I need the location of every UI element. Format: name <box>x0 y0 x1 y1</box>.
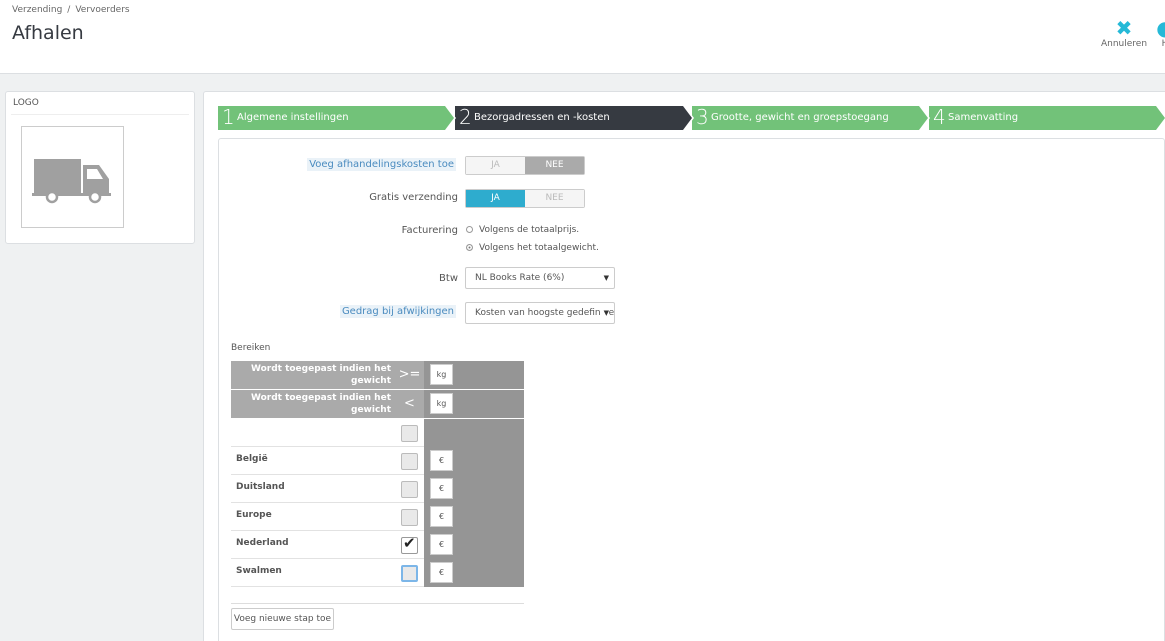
carrier-logo <box>21 126 124 228</box>
range-to-operator: < <box>395 390 424 418</box>
divider <box>11 114 189 115</box>
zone-checkbox[interactable]: ✔ <box>401 534 418 554</box>
zone-row: België € <box>231 447 524 475</box>
tax-select-value: NL Books Rate (6%) <box>475 273 565 283</box>
handling-switch[interactable]: JA NEE <box>465 156 585 175</box>
breadcrumb: Verzending / Vervoerders <box>12 5 130 15</box>
step-label: Samenvatting <box>948 112 1019 123</box>
out-of-range-select[interactable]: Kosten van hoogste gedefinieerd bereik t… <box>465 302 615 324</box>
range-row-from: Wordt toegepast indien het gewicht >= kg <box>231 361 524 389</box>
step-number: 4 <box>933 105 946 129</box>
breadcrumb-item-vervoerders[interactable]: Vervoerders <box>75 5 129 15</box>
zone-name: Duitsland <box>236 482 285 492</box>
step-label: Bezorgadressen en -kosten <box>474 112 610 123</box>
handling-label: Voeg afhandelingskosten toe <box>307 158 456 171</box>
zone-row: Europe € <box>231 503 524 531</box>
zone-price-input[interactable]: € <box>430 506 453 527</box>
zone-row: Swalmen € <box>231 559 524 587</box>
zone-price-input[interactable]: € <box>430 478 453 499</box>
caret-down-icon: ▼ <box>600 303 609 323</box>
free-shipping-label: Gratis verzending <box>369 192 458 203</box>
switch-no[interactable]: NEE <box>525 190 584 207</box>
step-1[interactable]: 1 Algemene instellingen <box>218 105 456 130</box>
tax-select[interactable]: NL Books Rate (6%) ▼ <box>465 267 615 289</box>
free-shipping-switch[interactable]: JA NEE <box>465 189 585 208</box>
billing-label: Facturering <box>401 225 458 236</box>
breadcrumb-separator: / <box>67 5 71 15</box>
checkmark-icon: ✔ <box>403 534 416 552</box>
select-all-checkbox[interactable] <box>401 425 418 442</box>
zone-price-input[interactable]: € <box>430 450 453 471</box>
zone-price-input[interactable]: € <box>430 562 453 583</box>
close-icon: ✖ <box>1115 16 1133 40</box>
divider <box>231 603 524 604</box>
switch-yes[interactable]: JA <box>466 190 525 207</box>
cancel-button[interactable]: ✖ Annuleren <box>1100 17 1148 49</box>
zone-checkbox[interactable] <box>401 565 418 582</box>
zone-name: Swalmen <box>236 566 282 576</box>
billing-option-weight[interactable]: Volgens het totaalgewicht. <box>466 243 599 253</box>
billing-option-price[interactable]: Volgens de totaalprijs. <box>466 225 579 235</box>
zone-price-input[interactable]: € <box>430 534 453 555</box>
range-from-operator: >= <box>395 361 424 389</box>
range-from-input[interactable]: kg <box>430 364 453 385</box>
step-arrow <box>1156 106 1165 130</box>
step-arrow <box>445 106 454 130</box>
zone-checkbox[interactable] <box>401 509 418 526</box>
range-from-label: Wordt toegepast indien het gewicht <box>231 361 395 389</box>
page-title: Afhalen <box>12 22 84 44</box>
zone-checkbox[interactable] <box>401 481 418 498</box>
switch-no[interactable]: NEE <box>525 157 584 174</box>
page-header: Verzending / Vervoerders Afhalen ✖ Annuler… <box>0 0 1165 74</box>
step-2[interactable]: 2 Bezorgadressen en -kosten <box>455 105 694 130</box>
step-number: 1 <box>222 105 235 129</box>
radio-icon <box>466 226 473 233</box>
out-of-range-label: Gedrag bij afwijkingen <box>339 305 456 318</box>
select-all-row <box>231 419 524 447</box>
cancel-button-label: Annuleren <box>1100 39 1148 49</box>
radio-selected-icon <box>466 244 473 251</box>
out-of-range-select-value: Kosten van hoogste gedefinieerd bereik t… <box>475 308 615 318</box>
ranges-title: Bereiken <box>231 343 271 353</box>
radio-label: Volgens het totaalgewicht. <box>479 243 599 253</box>
help-button-label: H <box>1162 39 1165 49</box>
step-label: Algemene instellingen <box>237 112 349 123</box>
zone-row: Duitsland € <box>231 475 524 503</box>
zone-name: Nederland <box>236 538 289 548</box>
help-icon: ● <box>1156 16 1165 40</box>
step-number: 2 <box>459 105 472 129</box>
step-arrow <box>919 106 928 130</box>
step-arrow <box>683 106 692 130</box>
zone-name: België <box>236 454 268 464</box>
logo-panel: LOGO <box>5 91 195 244</box>
step-4[interactable]: 4 Samenvatting <box>929 105 1165 130</box>
tax-label: Btw <box>439 273 458 284</box>
step-number: 3 <box>696 105 709 129</box>
add-range-button[interactable]: Voeg nieuwe stap toe <box>231 608 334 630</box>
logo-panel-title: LOGO <box>13 98 39 108</box>
breadcrumb-item-verzending[interactable]: Verzending <box>12 5 62 15</box>
truck-icon <box>32 159 111 204</box>
zone-checkbox[interactable] <box>401 453 418 470</box>
zone-name: Europe <box>236 510 272 520</box>
caret-down-icon: ▼ <box>603 274 609 282</box>
range-to-input[interactable]: kg <box>430 393 453 414</box>
range-row-to: Wordt toegepast indien het gewicht < kg <box>231 390 524 418</box>
help-button[interactable]: ● H <box>1155 17 1165 49</box>
step-3[interactable]: 3 Grootte, gewicht en groepstoegang <box>692 105 930 130</box>
zone-row: Nederland ✔ € <box>231 531 524 559</box>
range-to-label: Wordt toegepast indien het gewicht <box>231 390 395 418</box>
radio-label: Volgens de totaalprijs. <box>479 225 580 235</box>
switch-yes[interactable]: JA <box>466 157 525 174</box>
step-label: Grootte, gewicht en groepstoegang <box>711 112 889 123</box>
